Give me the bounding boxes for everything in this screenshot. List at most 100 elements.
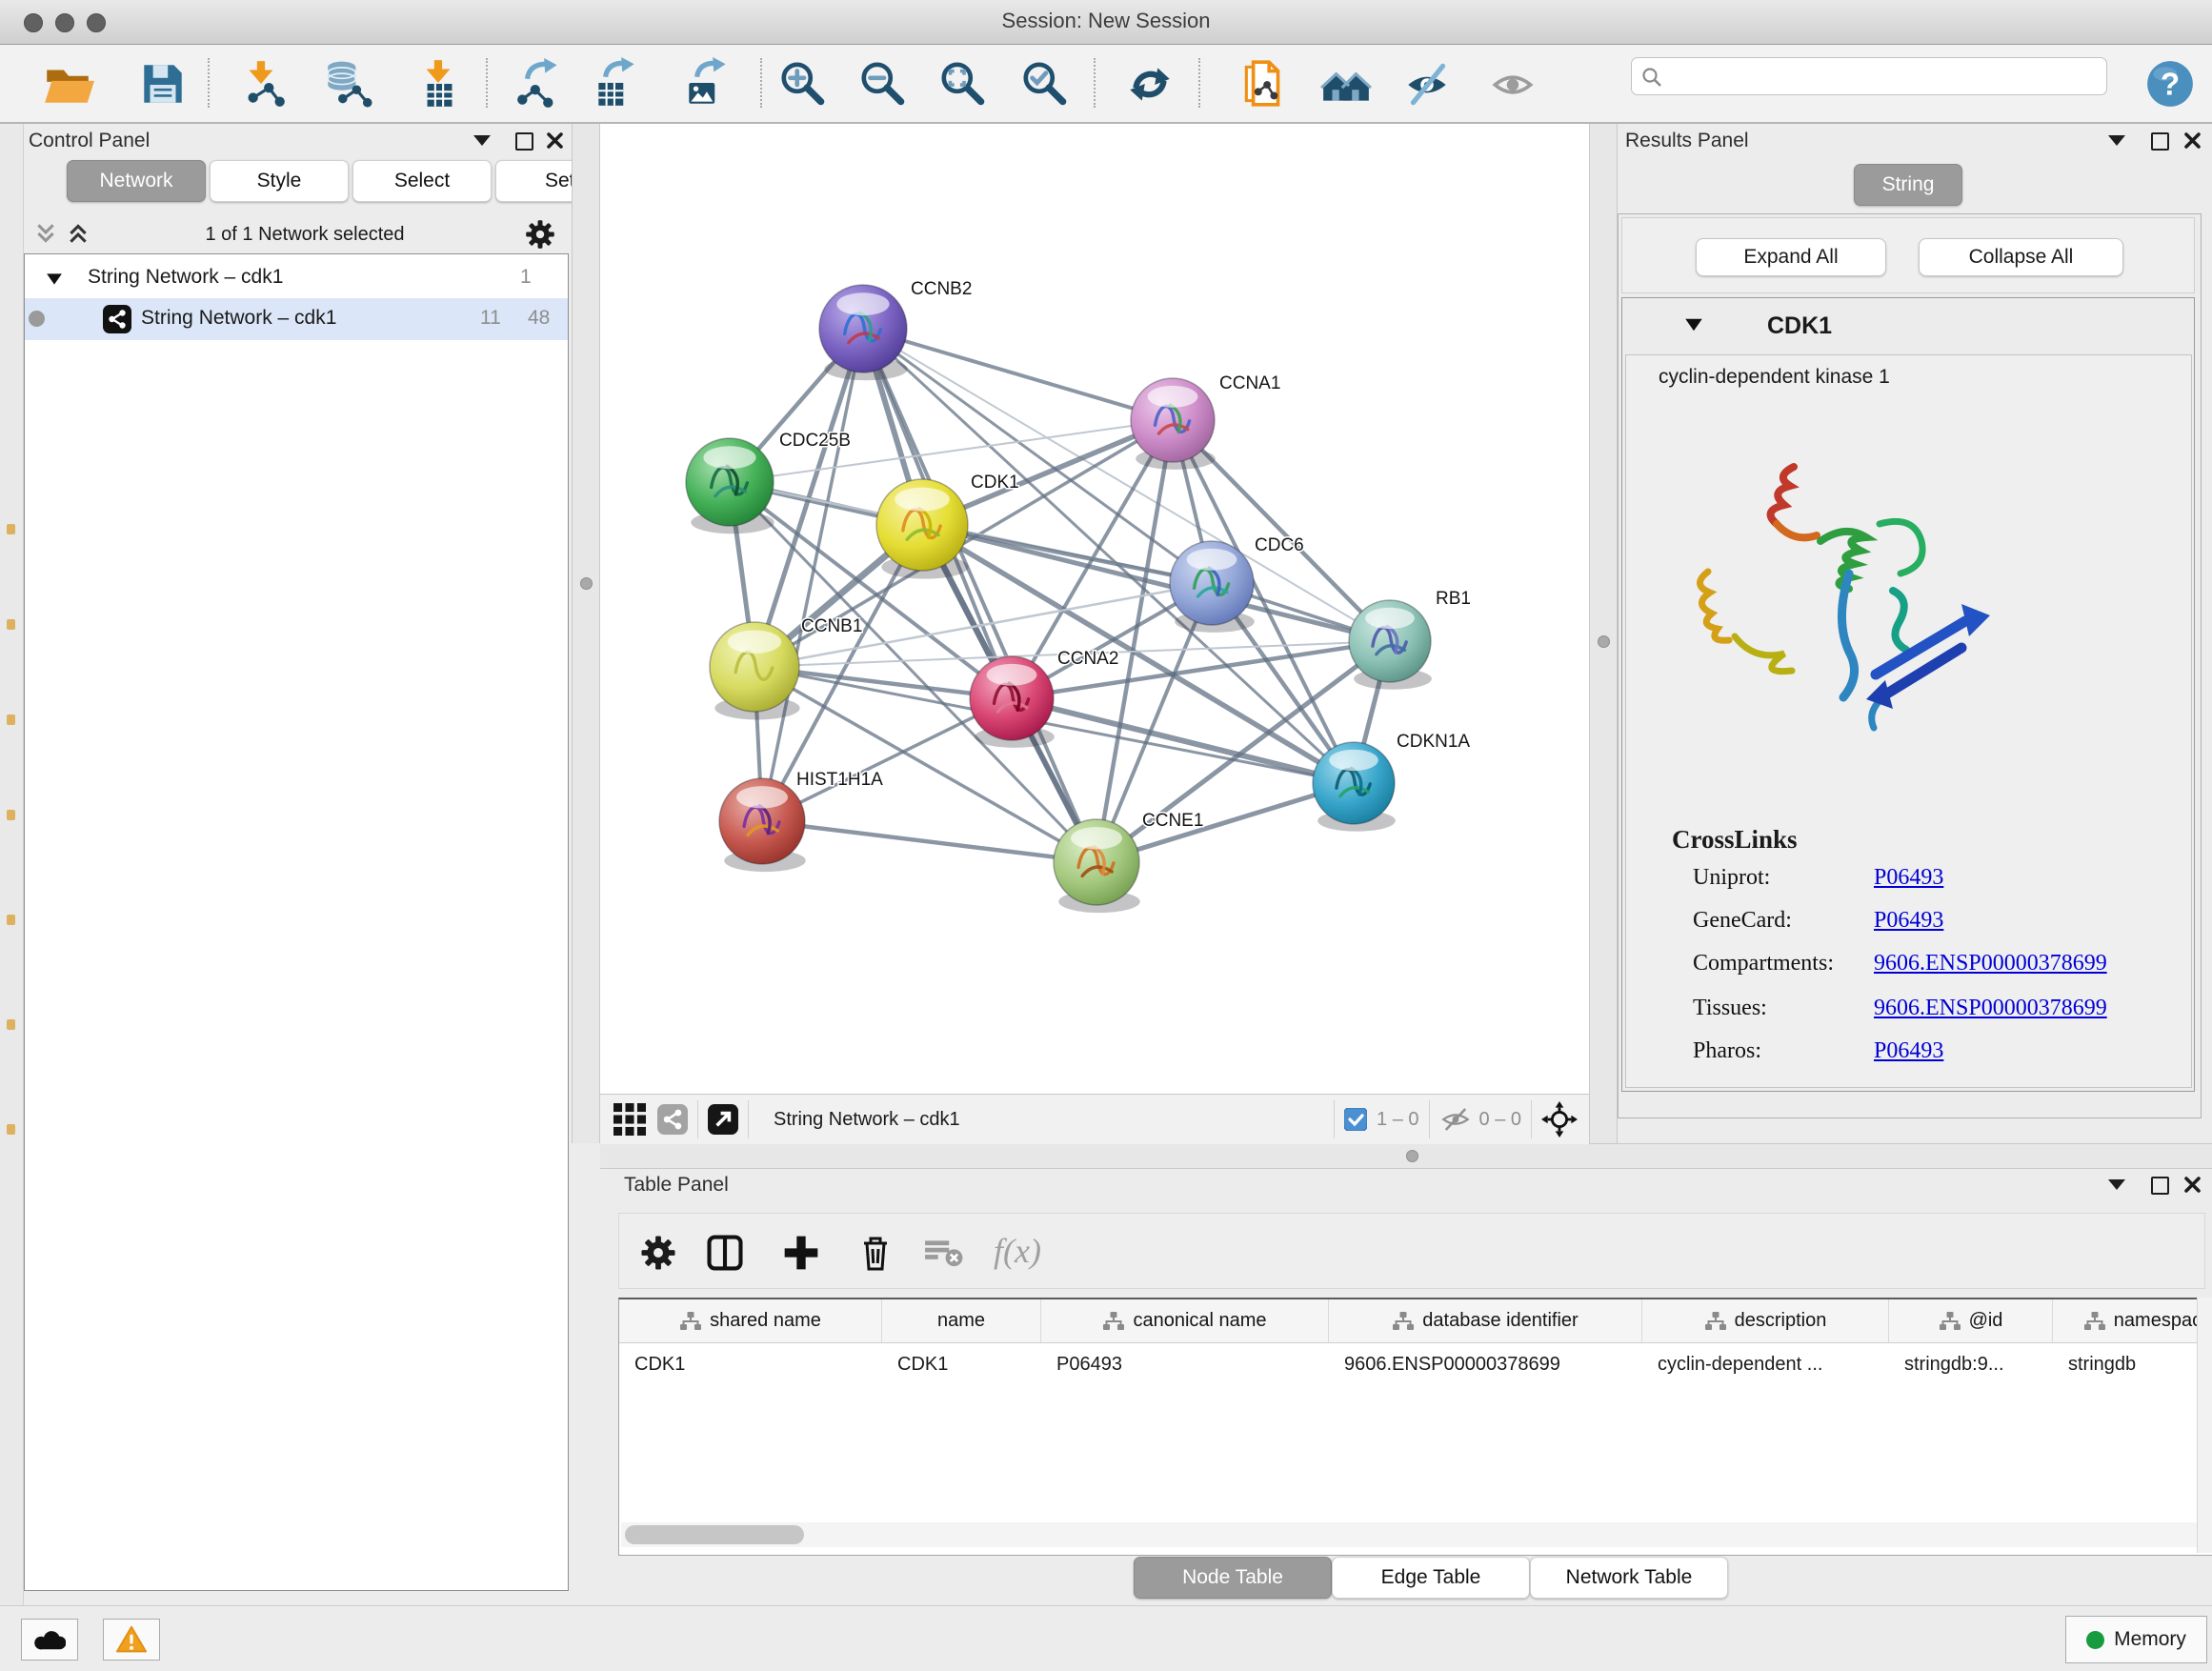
protein-expander-icon[interactable]: [1684, 316, 1703, 333]
import-network-file-button[interactable]: [232, 56, 292, 111]
zoom-selected-button[interactable]: [1016, 56, 1075, 111]
save-session-button[interactable]: [133, 56, 192, 111]
network-canvas[interactable]: CCNB2CCNA1CDC25BCDK1CDC6RB1CCNB1CCNA2CDK…: [600, 124, 1589, 1094]
crosslink-link[interactable]: 9606.ENSP00000378699: [1874, 951, 2107, 976]
column-header-database-identifier[interactable]: database identifier: [1329, 1299, 1642, 1342]
delete-columns-button[interactable]: [854, 1231, 897, 1275]
import-table-button[interactable]: [410, 56, 469, 111]
import-network-database-button[interactable]: [318, 56, 377, 111]
tab-network[interactable]: Network: [67, 160, 206, 202]
collapse-all-button[interactable]: Collapse All: [1919, 238, 2123, 276]
tab-edge-table[interactable]: Edge Table: [1332, 1557, 1530, 1599]
node-RB1[interactable]: RB1: [1349, 589, 1471, 690]
node-CDC25B[interactable]: CDC25B: [686, 431, 851, 534]
string-home-button[interactable]: [1317, 56, 1376, 111]
edge-ccnb2-ccne1[interactable]: [863, 329, 1096, 862]
right-splitter[interactable]: [1589, 124, 1618, 1143]
tab-string[interactable]: String: [1854, 164, 1962, 206]
table-panel-menu-button[interactable]: [2108, 1179, 2125, 1190]
memory-button[interactable]: Memory: [2065, 1616, 2207, 1663]
open-session-button[interactable]: [38, 56, 97, 111]
grid-view-icon[interactable]: [613, 1103, 646, 1136]
node-table[interactable]: shared namenamecanonical namedatabase id…: [618, 1298, 2212, 1556]
node-CCNE1[interactable]: CCNE1: [1054, 811, 1203, 913]
column-header-shared-name[interactable]: shared name: [619, 1299, 882, 1342]
results-panel-close-button[interactable]: [2183, 131, 2202, 150]
table-hscrollbar[interactable]: [621, 1522, 2198, 1547]
table-cell[interactable]: CDK1: [619, 1343, 882, 1385]
table-cell[interactable]: stringdb: [2053, 1343, 2212, 1385]
graphics-details-toggle-icon[interactable]: [657, 1104, 688, 1135]
table-row[interactable]: CDK1CDK1P064939606.ENSP00000378699cyclin…: [619, 1343, 2212, 1385]
export-image-button[interactable]: [678, 56, 737, 111]
table-cell[interactable]: P06493: [1041, 1343, 1329, 1385]
table-panel-close-button[interactable]: [2183, 1176, 2202, 1194]
zoom-out-button[interactable]: [854, 56, 913, 111]
apply-layout-button[interactable]: [1120, 56, 1179, 111]
help-button[interactable]: ?: [2142, 56, 2199, 111]
cloud-button[interactable]: [21, 1619, 78, 1661]
show-graphics-details-button[interactable]: [1484, 56, 1543, 111]
node-CDK1[interactable]: CDK1: [876, 473, 1019, 579]
node-CCNA1[interactable]: CCNA1: [1131, 373, 1280, 470]
table-cell[interactable]: CDK1: [882, 1343, 1041, 1385]
expand-all-button[interactable]: Expand All: [1696, 238, 1886, 276]
show-columns-button[interactable]: [703, 1231, 747, 1275]
table-vscrollbar[interactable]: [2197, 1298, 2212, 1553]
bottom-splitter[interactable]: [600, 1143, 2212, 1169]
warnings-button[interactable]: [103, 1619, 160, 1661]
table-cell[interactable]: cyclin-dependent ...: [1642, 1343, 1889, 1385]
tab-select[interactable]: Select: [352, 160, 492, 202]
network-graph[interactable]: CCNB2CCNA1CDC25BCDK1CDC6RB1CCNB1CCNA2CDK…: [600, 124, 1589, 1094]
string-import-document-button[interactable]: [1235, 56, 1294, 111]
column-header-name[interactable]: name: [882, 1299, 1041, 1342]
table-panel-float-button[interactable]: [2151, 1177, 2169, 1195]
edge-hist1h1a-ccne1[interactable]: [762, 821, 1096, 862]
function-builder-button[interactable]: f(x): [994, 1231, 1041, 1271]
column-header-@id[interactable]: @id: [1889, 1299, 2053, 1342]
collapse-tree-icon[interactable]: [34, 221, 57, 246]
control-panel-close-button[interactable]: [546, 131, 564, 150]
results-panel-menu-button[interactable]: [2108, 135, 2125, 146]
column-header-description[interactable]: description: [1642, 1299, 1889, 1342]
zoom-in-button[interactable]: [774, 56, 833, 111]
edge-ccnb2-ccna1[interactable]: [863, 329, 1173, 420]
control-panel-menu-button[interactable]: [473, 135, 491, 146]
network-options-gear-button[interactable]: [525, 219, 555, 250]
tab-network-table[interactable]: Network Table: [1530, 1557, 1728, 1599]
toolbar-search-input[interactable]: [1631, 57, 2107, 95]
collection-expander-icon[interactable]: [46, 272, 63, 287]
network-row[interactable]: String Network – cdk1 11 48: [25, 298, 568, 340]
detach-view-icon[interactable]: [708, 1104, 738, 1135]
export-network-button[interactable]: [511, 56, 570, 111]
crosslink-link[interactable]: P06493: [1874, 1038, 1943, 1064]
table-cell[interactable]: stringdb:9...: [1889, 1343, 2053, 1385]
zoom-fit-button[interactable]: [934, 56, 993, 111]
left-splitter-handle[interactable]: [580, 577, 593, 590]
export-table-button[interactable]: [587, 56, 646, 111]
left-splitter[interactable]: [572, 124, 600, 1143]
column-header-namespace[interactable]: namespace: [2053, 1299, 2212, 1342]
create-column-button[interactable]: [779, 1231, 823, 1275]
crosslink-link[interactable]: 9606.ENSP00000378699: [1874, 996, 2107, 1021]
table-cell[interactable]: 9606.ENSP00000378699: [1329, 1343, 1642, 1385]
node-CCNB2[interactable]: CCNB2: [819, 279, 972, 380]
node-HIST1H1A[interactable]: HIST1H1A: [719, 770, 883, 872]
table-options-gear-button[interactable]: [636, 1231, 680, 1275]
node-CDKN1A[interactable]: CDKN1A: [1313, 732, 1470, 832]
crosslink-link[interactable]: P06493: [1874, 908, 1943, 934]
results-panel-float-button[interactable]: [2151, 132, 2169, 151]
crosslink-link[interactable]: P06493: [1874, 865, 1943, 891]
selected-checkbox-icon[interactable]: [1344, 1108, 1367, 1131]
node-CDC6[interactable]: CDC6: [1170, 535, 1304, 633]
move-tool-icon[interactable]: [1541, 1101, 1578, 1137]
right-splitter-handle[interactable]: [1598, 635, 1610, 648]
column-header-canonical-name[interactable]: canonical name: [1041, 1299, 1329, 1342]
bottom-splitter-handle[interactable]: [1406, 1150, 1418, 1162]
expand-tree-icon[interactable]: [67, 221, 90, 246]
tab-node-table[interactable]: Node Table: [1134, 1557, 1332, 1599]
delete-table-button[interactable]: [922, 1231, 966, 1275]
tab-style[interactable]: Style: [210, 160, 349, 202]
hscroll-thumb[interactable]: [625, 1525, 804, 1544]
node-CCNB1[interactable]: CCNB1: [710, 616, 862, 719]
